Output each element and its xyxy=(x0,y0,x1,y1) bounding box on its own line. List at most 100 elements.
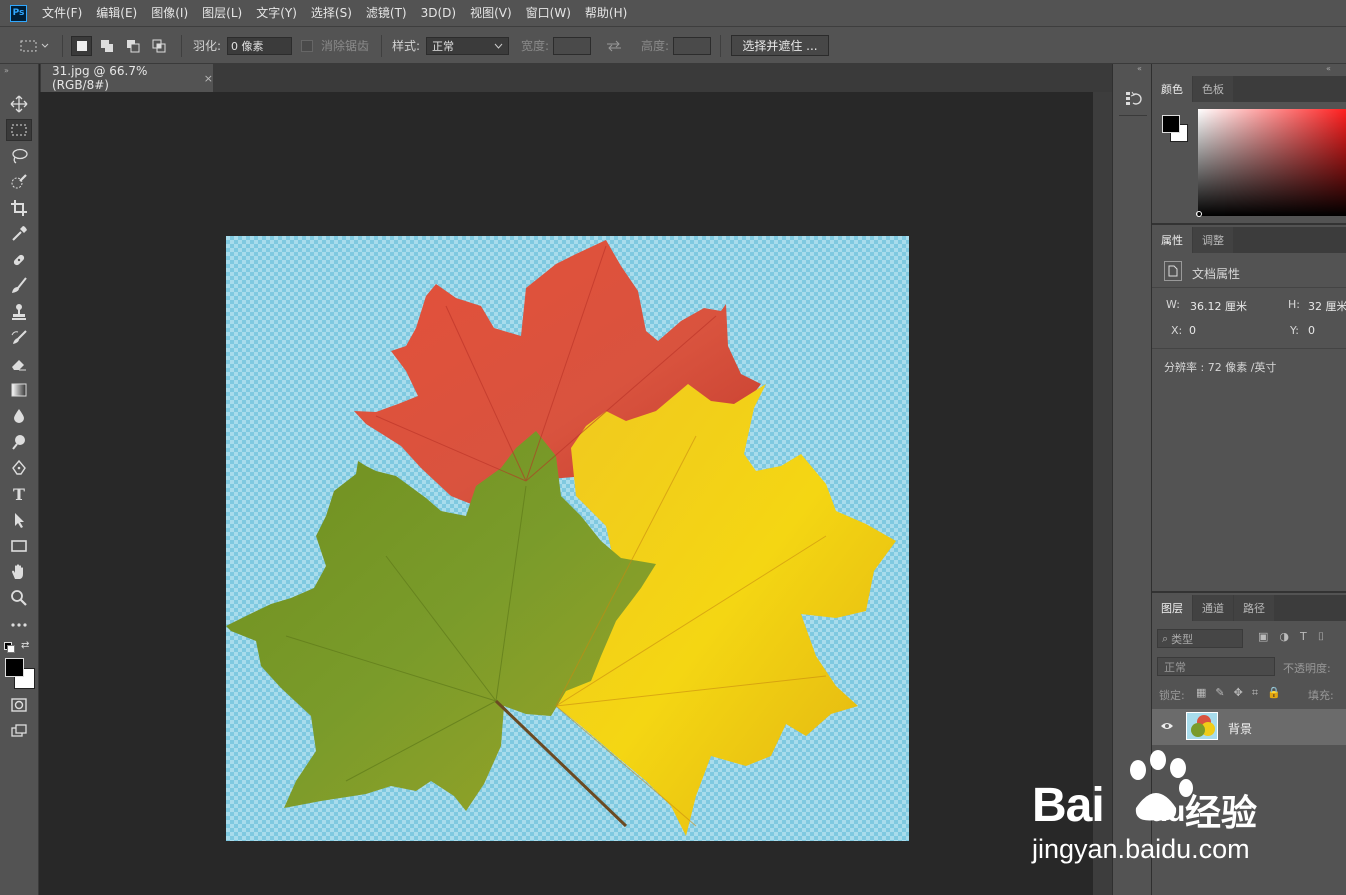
eraser-tool[interactable] xyxy=(6,353,32,375)
subtract-from-selection-button[interactable] xyxy=(122,36,143,56)
baidu-jingyan-watermark: Bai du 经验 jingyan.baidu.com xyxy=(1030,748,1330,868)
feather-input[interactable]: 0 像素 xyxy=(227,36,292,55)
quick-selection-icon xyxy=(11,174,27,189)
eraser-icon xyxy=(12,360,26,371)
text-t-icon: T xyxy=(13,484,25,504)
color-spectrum-picker[interactable] xyxy=(1198,109,1346,216)
add-to-selection-button[interactable] xyxy=(96,36,117,56)
watermark-url: jingyan.baidu.com xyxy=(1032,834,1250,864)
photoshop-logo-icon[interactable]: Ps xyxy=(10,4,27,22)
menu-image[interactable]: 图像(I) xyxy=(144,0,195,26)
zoom-tool[interactable] xyxy=(6,587,32,609)
swap-width-height-button[interactable] xyxy=(606,27,622,64)
subtract-selection-icon xyxy=(126,40,139,53)
select-and-mask-button[interactable]: 选择并遮住 ... xyxy=(731,35,829,56)
document-tab-title: 31.jpg @ 66.7%(RGB/8#) xyxy=(52,64,148,92)
layer-filter-value: 类型 xyxy=(1171,632,1194,646)
tab-channels[interactable]: 通道 xyxy=(1193,595,1233,621)
watermark-jingyan-cn: 经验 xyxy=(1185,793,1258,834)
search-icon: ⌕ xyxy=(1162,631,1169,645)
menu-select[interactable]: 选择(S) xyxy=(304,0,359,26)
pen-icon xyxy=(12,459,26,475)
expand-dock-icon[interactable]: « xyxy=(1137,64,1142,73)
color-foreground-swatch[interactable] xyxy=(1162,115,1180,133)
menu-help[interactable]: 帮助(H) xyxy=(578,0,634,26)
lock-label: 锁定: xyxy=(1159,689,1185,702)
water-drop-icon xyxy=(14,409,24,423)
brush-tool[interactable] xyxy=(6,275,32,297)
tab-swatches[interactable]: 色板 xyxy=(1193,76,1233,102)
history-brush-icon xyxy=(11,330,27,344)
screen-mode-button[interactable] xyxy=(6,720,32,742)
eye-visibility-icon[interactable] xyxy=(1160,719,1174,733)
foreground-color-swatch[interactable] xyxy=(5,658,24,677)
pen-tool[interactable] xyxy=(6,457,32,479)
blur-tool[interactable] xyxy=(6,405,32,427)
antialias-checkbox[interactable]: 消除锯齿 xyxy=(301,27,369,64)
eyedropper-tool[interactable] xyxy=(6,223,32,245)
intersect-selection-button[interactable] xyxy=(148,36,169,56)
menu-bar: Ps 文件(F) 编辑(E) 图像(I) 图层(L) 文字(Y) 选择(S) 滤… xyxy=(0,0,1346,26)
edit-toolbar-button[interactable] xyxy=(6,613,32,635)
tab-adjustments[interactable]: 调整 xyxy=(1193,227,1233,253)
hand-tool[interactable] xyxy=(6,561,32,583)
height-input[interactable] xyxy=(673,36,711,55)
menu-file[interactable]: 文件(F) xyxy=(35,0,89,26)
menu-window[interactable]: 窗口(W) xyxy=(519,0,578,26)
color-picker-cursor[interactable] xyxy=(1196,211,1202,217)
x-prop-value[interactable]: 0 xyxy=(1189,324,1196,337)
type-tool[interactable]: T xyxy=(6,483,32,505)
default-colors-icon[interactable] xyxy=(4,642,15,653)
crop-tool[interactable] xyxy=(6,197,32,219)
rectangular-marquee-tool[interactable] xyxy=(6,119,32,141)
tab-color[interactable]: 颜色 xyxy=(1152,76,1192,102)
width-input[interactable] xyxy=(553,36,591,55)
layer-filter-select[interactable]: ⌕ 类型 xyxy=(1157,629,1243,648)
document-image[interactable] xyxy=(226,236,909,841)
menu-view[interactable]: 视图(V) xyxy=(463,0,519,26)
tab-paths[interactable]: 路径 xyxy=(1234,595,1274,621)
history-panel-button[interactable] xyxy=(1119,81,1147,116)
style-label: 样式: xyxy=(392,39,421,53)
height-prop-value[interactable]: 32 厘米 xyxy=(1308,298,1346,314)
gradient-tool[interactable] xyxy=(6,379,32,401)
path-selection-tool[interactable] xyxy=(6,509,32,531)
tool-preset-picker[interactable] xyxy=(20,27,50,64)
move-tool[interactable] xyxy=(6,93,32,115)
menu-layer[interactable]: 图层(L) xyxy=(195,0,249,26)
tab-layers[interactable]: 图层 xyxy=(1152,595,1192,621)
feather-label: 羽化: xyxy=(193,39,222,53)
height-prop-label: H: xyxy=(1288,298,1300,311)
blend-mode-select[interactable]: 正常 xyxy=(1157,657,1275,676)
y-prop-value[interactable]: 0 xyxy=(1308,324,1315,337)
document-tab[interactable]: 31.jpg @ 66.7%(RGB/8#) × xyxy=(41,64,213,92)
collapse-arrows-icon[interactable]: » xyxy=(4,66,9,75)
menu-filter[interactable]: 滤镜(T) xyxy=(359,0,414,26)
layer-filter-icons[interactable]: ▣◑T⌷ xyxy=(1258,630,1335,644)
tab-properties[interactable]: 属性 xyxy=(1152,227,1192,253)
dodge-tool[interactable] xyxy=(6,431,32,453)
quick-mask-button[interactable] xyxy=(6,694,32,716)
layer-name[interactable]: 背景 xyxy=(1228,720,1252,737)
close-tab-icon[interactable]: × xyxy=(204,72,213,85)
new-selection-button[interactable] xyxy=(71,36,92,56)
panel-collapse-icon[interactable]: « xyxy=(1326,64,1331,73)
add-selection-icon xyxy=(100,40,113,52)
history-brush-tool[interactable] xyxy=(6,327,32,349)
rectangle-icon xyxy=(11,540,27,552)
quick-selection-tool[interactable] xyxy=(6,171,32,193)
healing-brush-tool[interactable] xyxy=(6,249,32,271)
clone-stamp-tool[interactable] xyxy=(6,301,32,323)
style-select[interactable]: 正常 xyxy=(426,36,509,55)
lasso-tool[interactable] xyxy=(6,145,32,167)
lock-icons[interactable]: ▦✎✥⌗🔒 xyxy=(1196,686,1290,700)
rectangle-tool[interactable] xyxy=(6,535,32,557)
fill-label: 填充: xyxy=(1308,689,1334,702)
layer-row-background[interactable]: 背景 xyxy=(1152,709,1346,745)
menu-edit[interactable]: 编辑(E) xyxy=(89,0,144,26)
menu-type[interactable]: 文字(Y) xyxy=(249,0,304,26)
menu-3d[interactable]: 3D(D) xyxy=(414,0,463,26)
swap-colors-icon[interactable]: ⇄ xyxy=(21,640,29,651)
y-prop-label: Y: xyxy=(1290,324,1299,337)
width-prop-value[interactable]: 36.12 厘米 xyxy=(1190,298,1247,314)
